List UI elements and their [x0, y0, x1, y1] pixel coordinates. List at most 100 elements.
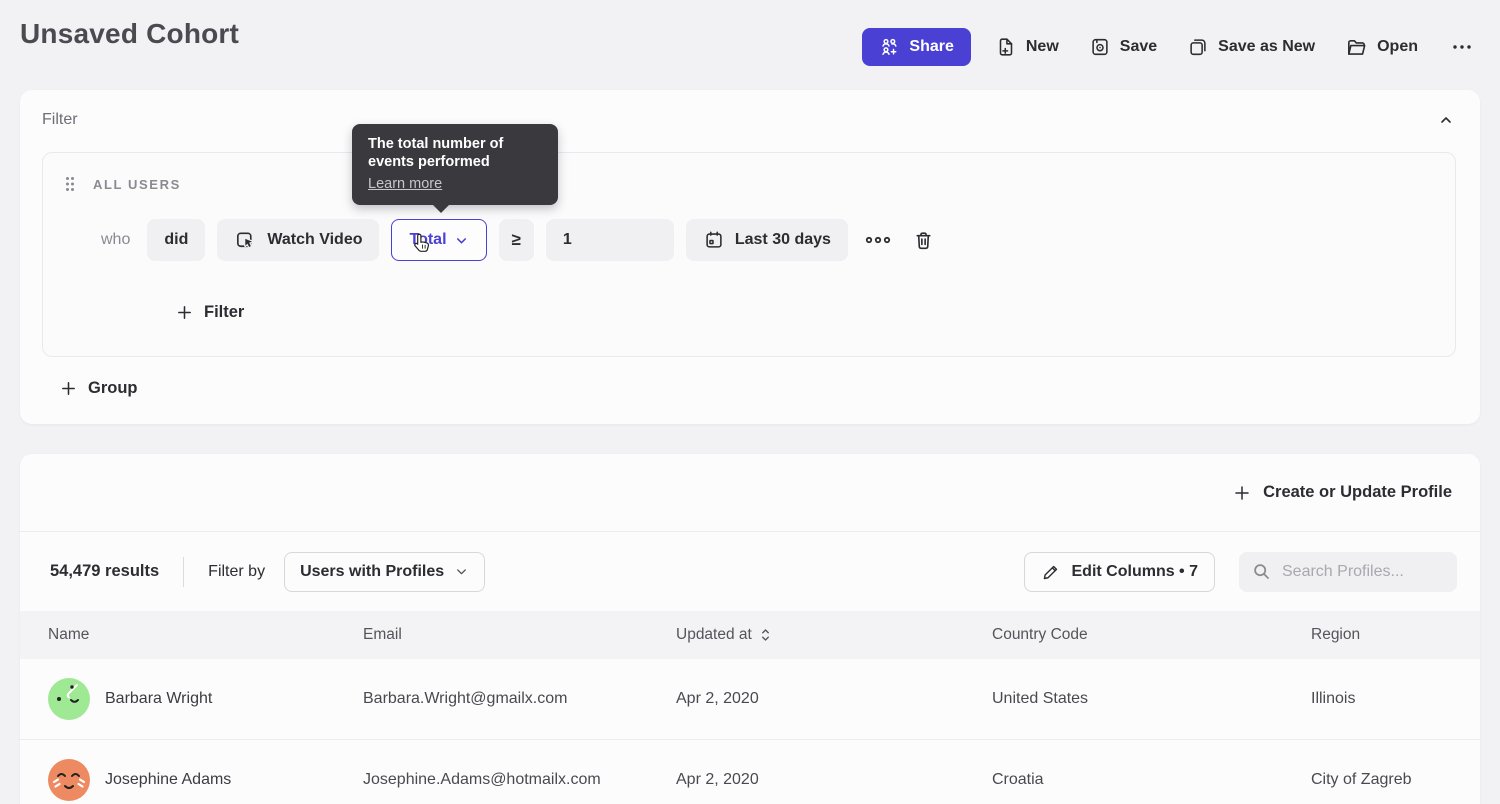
profile-type-dropdown[interactable]: Users with Profiles	[284, 552, 485, 592]
results-toolbar-right: Edit Columns • 7	[1024, 552, 1458, 592]
profile-email: Barbara.Wright@gmailx.com	[335, 690, 648, 708]
aggregation-tooltip: The total number of events performed Lea…	[352, 124, 558, 205]
save-as-new-label: Save as New	[1218, 38, 1315, 56]
pencil-icon	[1041, 562, 1061, 582]
share-button[interactable]: Share	[862, 28, 970, 66]
filter-panel-header: Filter	[20, 90, 1480, 144]
open-folder-icon	[1345, 36, 1368, 59]
share-label: Share	[909, 38, 953, 56]
save-as-new-button[interactable]: Save as New	[1187, 28, 1315, 66]
add-filter-label: Filter	[204, 303, 244, 322]
profile-updated-at: Apr 2, 2020	[648, 690, 964, 708]
profile-name: Barbara Wright	[105, 690, 212, 708]
aggregation-wrap: Total	[391, 219, 486, 261]
profile-country-code: Croatia	[964, 771, 1283, 789]
new-label: New	[1026, 38, 1059, 56]
add-group-label: Group	[88, 379, 138, 398]
edit-columns-button[interactable]: Edit Columns • 7	[1024, 552, 1216, 592]
chevron-down-icon	[454, 564, 469, 579]
row-ellipsis-icon	[864, 228, 892, 252]
who-label: who	[101, 231, 130, 249]
filter-panel: Filter ALL USERS who did	[20, 90, 1480, 424]
search-box	[1239, 552, 1457, 592]
profile-region: City of Zagreb	[1283, 771, 1480, 789]
results-count: 54,479 results	[50, 562, 159, 581]
add-filter-button[interactable]: Filter	[176, 303, 244, 322]
column-header-email[interactable]: Email	[335, 626, 648, 644]
trash-icon	[912, 229, 935, 252]
chevron-up-icon	[1438, 112, 1454, 128]
top-bar: Unsaved Cohort Share New	[0, 0, 1500, 66]
profile-region: Illinois	[1283, 690, 1480, 708]
delete-condition-button[interactable]	[908, 225, 939, 256]
operator-selector[interactable]: ≥	[499, 219, 534, 261]
filter-group-header: ALL USERS	[43, 167, 1455, 193]
ellipsis-icon	[1450, 35, 1474, 59]
edit-columns-label: Edit Columns • 7	[1072, 563, 1199, 581]
profile-type-label: Users with Profiles	[300, 563, 444, 581]
date-range-label: Last 30 days	[735, 231, 831, 249]
save-button[interactable]: Save	[1089, 28, 1157, 66]
collapse-panel-button[interactable]	[1434, 108, 1458, 132]
sort-icon[interactable]	[760, 628, 771, 642]
cohort-builder-page: { "page": { "title": "Unsaved Cohort" },…	[0, 0, 1500, 804]
table-header-row: Name Email Updated at Country Code Regio…	[20, 611, 1480, 659]
filter-panel-title: Filter	[42, 111, 78, 129]
aggregation-selector[interactable]: Total	[391, 219, 486, 261]
more-options-button[interactable]	[1448, 28, 1476, 66]
save-icon	[1089, 36, 1111, 58]
filter-condition-row: who did Watch Video Total	[43, 219, 1455, 261]
profile-updated-at: Apr 2, 2020	[648, 771, 964, 789]
drag-handle-icon[interactable]	[63, 175, 77, 193]
filter-group: ALL USERS who did Watch Video Total	[42, 152, 1456, 357]
event-label: Watch Video	[267, 231, 362, 249]
plus-icon	[60, 380, 77, 397]
search-profiles-input[interactable]	[1282, 563, 1442, 581]
did-selector[interactable]: did	[147, 219, 205, 261]
column-header-region[interactable]: Region	[1283, 626, 1480, 644]
aggregation-label: Total	[409, 231, 446, 249]
chevron-down-icon	[454, 233, 469, 248]
new-button[interactable]: New	[995, 28, 1059, 66]
event-selector[interactable]: Watch Video	[217, 219, 379, 261]
profile-email: Josephine.Adams@hotmailx.com	[335, 771, 648, 789]
search-icon	[1251, 561, 1272, 582]
save-label: Save	[1120, 38, 1157, 56]
plus-icon	[176, 304, 193, 321]
new-document-icon	[995, 36, 1017, 58]
results-toolbar-left: 54,479 results Filter by Users with Prof…	[50, 552, 485, 592]
results-toolbar: 54,479 results Filter by Users with Prof…	[20, 532, 1480, 611]
row-more-options-button[interactable]	[860, 224, 896, 256]
open-button[interactable]: Open	[1345, 28, 1418, 66]
group-scope-label: ALL USERS	[93, 177, 181, 192]
avatar	[48, 759, 90, 801]
date-range-selector[interactable]: Last 30 days	[686, 219, 848, 261]
column-header-name[interactable]: Name	[20, 626, 335, 644]
table-row[interactable]: Barbara Wright Barbara.Wright@gmailx.com…	[20, 659, 1480, 740]
tooltip-text: The total number of events performed	[368, 136, 503, 170]
top-actions: Share New Save	[862, 28, 1476, 66]
column-header-country-code[interactable]: Country Code	[964, 626, 1283, 644]
avatar	[48, 678, 90, 720]
learn-more-link[interactable]: Learn more	[368, 175, 442, 193]
plus-icon	[1233, 484, 1251, 502]
copy-icon	[1187, 36, 1209, 58]
vertical-divider	[183, 557, 184, 587]
profile-country-code: United States	[964, 690, 1283, 708]
column-header-updated-at[interactable]: Updated at	[648, 626, 964, 644]
add-users-icon	[879, 37, 900, 58]
event-click-icon	[234, 229, 257, 252]
threshold-input[interactable]: 1	[546, 219, 674, 261]
profiles-table: Name Email Updated at Country Code Regio…	[20, 611, 1480, 804]
calendar-icon	[703, 229, 725, 251]
results-panel: Create or Update Profile 54,479 results …	[20, 454, 1480, 804]
create-profile-label: Create or Update Profile	[1263, 483, 1452, 502]
open-label: Open	[1377, 38, 1418, 56]
add-group-button[interactable]: Group	[60, 379, 138, 424]
create-or-update-profile-button[interactable]: Create or Update Profile	[1233, 483, 1452, 502]
create-profile-row: Create or Update Profile	[20, 454, 1480, 532]
page-title: Unsaved Cohort	[20, 18, 239, 50]
table-row[interactable]: Josephine Adams Josephine.Adams@hotmailx…	[20, 740, 1480, 804]
filter-by-label: Filter by	[208, 563, 265, 581]
profile-name: Josephine Adams	[105, 771, 231, 789]
